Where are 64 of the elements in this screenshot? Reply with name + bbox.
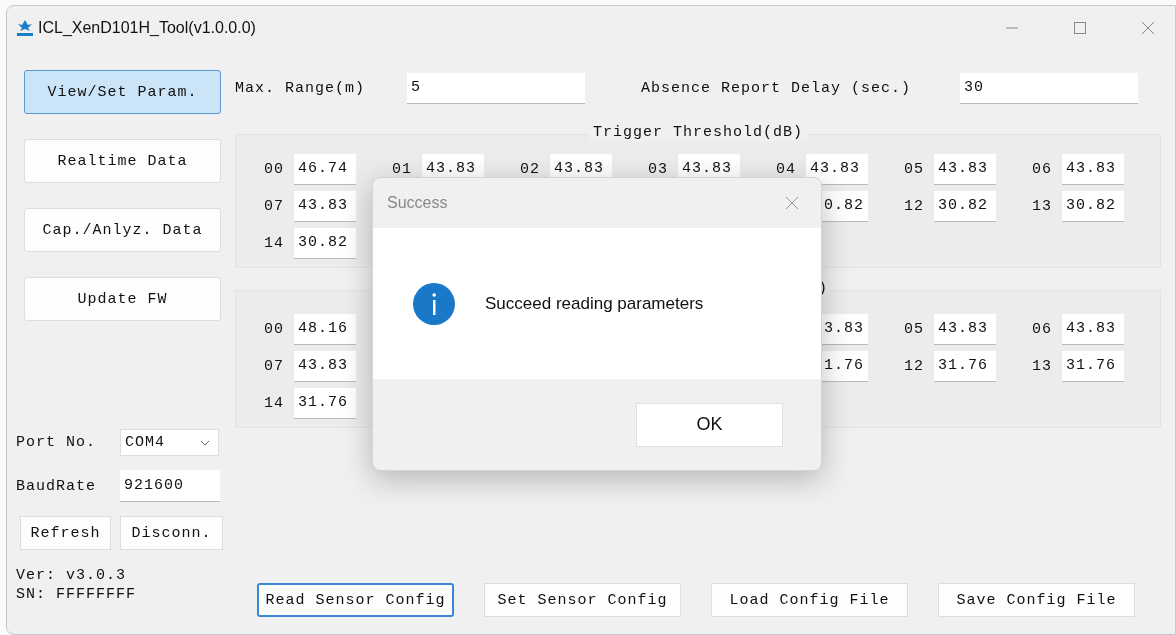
connection-button[interactable]: Disconn.	[120, 516, 223, 550]
absence-delay-label: Absence Report Delay (sec.)	[641, 79, 913, 97]
info-icon	[413, 282, 455, 325]
close-icon[interactable]	[1141, 21, 1155, 35]
channel-label: 12	[904, 197, 925, 215]
threshold-field[interactable]: 30.82	[294, 227, 356, 259]
channel-label: 06	[1032, 320, 1053, 338]
nav-button[interactable]: View/Set Param.	[24, 70, 221, 114]
channel-label: 14	[264, 394, 285, 412]
threshold-field[interactable]: 43.83	[294, 350, 356, 382]
channel-label: 05	[904, 160, 925, 178]
app-logo-icon	[15, 18, 35, 38]
channel-label: 00	[264, 160, 285, 178]
threshold-field[interactable]: 31.76	[934, 350, 996, 382]
threshold-field[interactable]: 43.83	[1062, 313, 1124, 345]
channel-label: 07	[264, 357, 285, 375]
chevron-down-icon	[200, 439, 210, 446]
channel-label: 05	[904, 320, 925, 338]
threshold-field[interactable]: 43.83	[934, 153, 996, 185]
channel-label: 14	[264, 234, 285, 252]
max-range-field[interactable]: 5	[407, 72, 585, 104]
channel-label: 12	[904, 357, 925, 375]
threshold-field[interactable]: 31.76	[1062, 350, 1124, 382]
threshold-field[interactable]: 46.74	[294, 153, 356, 185]
threshold-field[interactable]: 31.76	[294, 387, 356, 419]
dialog-message: Succeed reading parameters	[485, 293, 704, 314]
port-dropdown[interactable]: COM4	[120, 429, 219, 456]
threshold-field[interactable]: 43.83	[1062, 153, 1124, 185]
channel-label: 07	[264, 197, 285, 215]
maximize-icon[interactable]	[1073, 21, 1087, 35]
action-button[interactable]: Load Config File	[711, 583, 908, 617]
max-range-label: Max. Range(m)	[235, 79, 367, 97]
dialog-title: Success	[387, 194, 448, 212]
channel-label: 02	[520, 160, 541, 178]
action-button[interactable]: Read Sensor Config	[257, 583, 454, 617]
threshold-field[interactable]: 43.83	[806, 153, 868, 185]
channel-label: 13	[1032, 197, 1053, 215]
channel-label: 01	[392, 160, 413, 178]
channel-label: 06	[1032, 160, 1053, 178]
channel-label: 04	[776, 160, 797, 178]
connection-button[interactable]: Refresh	[20, 516, 111, 550]
channel-label: 00	[264, 320, 285, 338]
window-title: ICL_XenD101H_Tool(v1.0.0.0)	[38, 19, 256, 37]
threshold-field[interactable]: 43.83	[294, 190, 356, 222]
threshold-field[interactable]: 30.82	[1062, 190, 1124, 222]
baudrate-field[interactable]: 921600	[120, 470, 220, 502]
threshold-field[interactable]: 30.82	[934, 190, 996, 222]
action-button[interactable]: Save Config File	[938, 583, 1135, 617]
nav-button[interactable]: Cap./Anlyz. Data	[24, 208, 221, 252]
baudrate-label: BaudRate	[16, 477, 97, 495]
nav-button[interactable]: Update FW	[24, 277, 221, 321]
channel-label: 03	[648, 160, 669, 178]
channel-label: 13	[1032, 357, 1053, 375]
group-title: Trigger Threshold(dB)	[589, 124, 807, 141]
action-button[interactable]: Set Sensor Config	[484, 583, 681, 617]
port-label: Port No.	[16, 434, 97, 451]
threshold-field[interactable]: 48.16	[294, 313, 356, 345]
version-text: Ver: v3.0.3	[16, 566, 128, 585]
absence-delay-field[interactable]: 30	[960, 72, 1138, 104]
nav-button[interactable]: Realtime Data	[24, 139, 221, 183]
serial-text: SN: FFFFFFFF	[16, 585, 138, 604]
close-icon[interactable]	[785, 196, 799, 210]
ok-button[interactable]: OK	[636, 402, 783, 447]
threshold-field[interactable]: 43.83	[934, 313, 996, 345]
